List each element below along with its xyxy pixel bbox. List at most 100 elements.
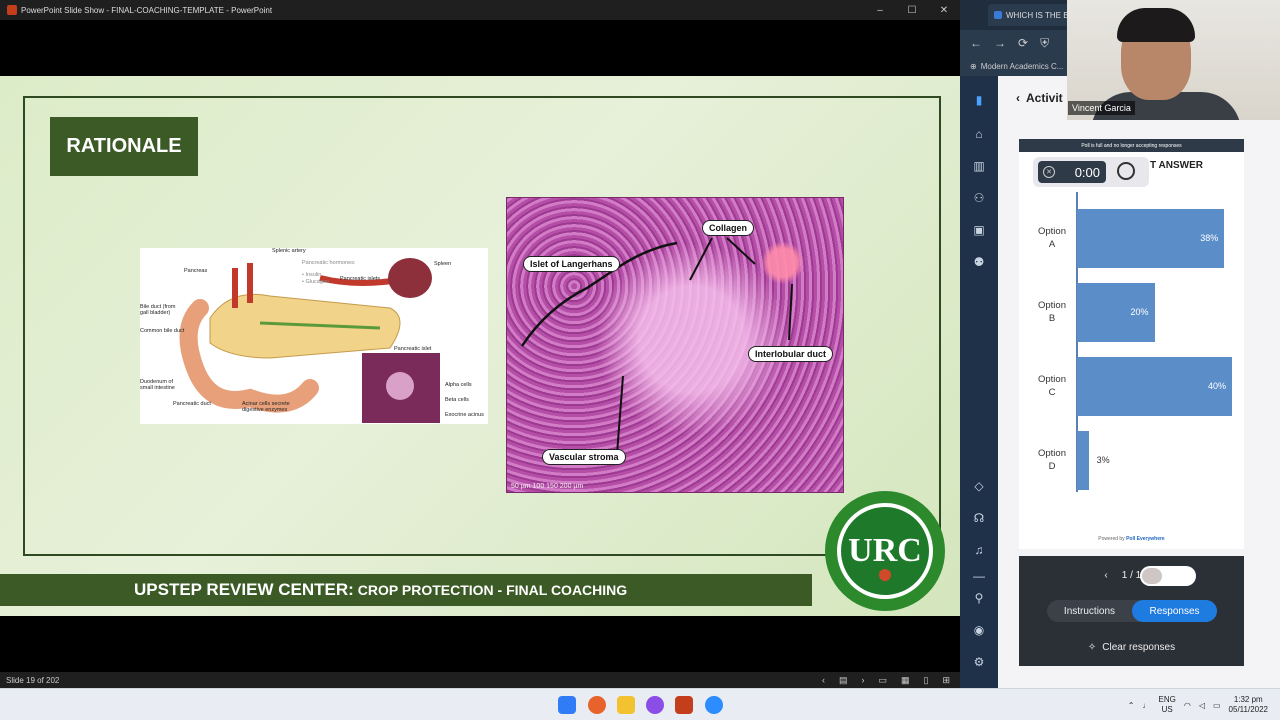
bookmark-modern-academics[interactable]: Modern Academics C... bbox=[981, 62, 1064, 71]
webcam-overlay: Vincent Garcia bbox=[1067, 0, 1280, 120]
option-label: Option A bbox=[1038, 226, 1066, 250]
powerpoint-icon bbox=[7, 5, 17, 15]
file-explorer-icon[interactable] bbox=[617, 696, 635, 714]
clear-responses-button[interactable]: ✧ Clear responses bbox=[1019, 636, 1244, 658]
bar-value-label: 40% bbox=[1208, 381, 1227, 391]
callout-interlobular-duct: Interlobular duct bbox=[748, 346, 834, 362]
view-segment: Instructions Responses bbox=[1047, 600, 1217, 622]
label-pancreatic-islet: Pancreatic islet bbox=[394, 346, 432, 352]
language-indicator[interactable]: ENG US bbox=[1159, 695, 1176, 715]
footer-subject: CROP PROTECTION - FINAL COACHING bbox=[357, 582, 628, 598]
powered-by: Powered by Poll Everywhere bbox=[1019, 536, 1244, 542]
pancreas-anatomy-diagram: Splenic artery Pancreas Pancreatic hormo… bbox=[140, 248, 488, 424]
label-glucagon: • Glucagon bbox=[302, 279, 329, 285]
microphone-icon[interactable]: ♩ bbox=[1143, 701, 1151, 710]
volume-icon[interactable]: ◁ bbox=[1199, 701, 1205, 710]
results-chart: Option A 38% Option B 20% Option C 40% Option D 3% bbox=[1019, 139, 1244, 549]
battery-icon[interactable]: ▭ bbox=[1213, 701, 1221, 710]
normal-view-icon[interactable]: ▭ bbox=[878, 675, 887, 686]
tab-responses[interactable]: Responses bbox=[1132, 600, 1217, 622]
callout-collagen: Collagen bbox=[702, 220, 755, 236]
scale-bar: 50 µm 100 150 200 µm bbox=[511, 483, 584, 490]
shield-icon[interactable]: ⛨ bbox=[1040, 36, 1049, 51]
close-icon[interactable]: ✕ bbox=[928, 0, 960, 20]
poll-everywhere-brand: Poll Everywhere bbox=[1126, 536, 1165, 542]
clear-responses-label: Clear responses bbox=[1102, 641, 1176, 653]
histology-micrograph: Collagen Islet of Langerhans Interlobula… bbox=[506, 197, 844, 493]
clipboard-icon[interactable]: ▣ bbox=[971, 222, 987, 238]
back-chevron-icon[interactable]: ‹ bbox=[1016, 91, 1020, 105]
label-duodenum: Duodenum of small intestine bbox=[140, 379, 175, 391]
powerpoint-taskbar-icon[interactable] bbox=[675, 696, 693, 714]
label-pancreatic-hormones: Pancreatic hormones: bbox=[302, 260, 356, 266]
powerpoint-window: PowerPoint Slide Show - FINAL-COACHING-T… bbox=[0, 0, 960, 688]
users-icon[interactable]: ⚇ bbox=[971, 190, 987, 206]
back-icon[interactable]: ← bbox=[970, 36, 982, 50]
poll-everywhere-logo-icon[interactable]: ▮ bbox=[971, 92, 987, 108]
presenter-controls: ‹ 1 / 1 › Instructions Responses ✧ Clear… bbox=[1019, 556, 1244, 666]
pager: ‹ 1 / 1 › bbox=[1019, 562, 1244, 588]
reading-view-icon[interactable]: ▯ bbox=[924, 675, 929, 686]
label-pancreatic-duct: Pancreatic duct bbox=[173, 401, 211, 407]
chevron-up-icon[interactable]: ⌃ bbox=[1128, 701, 1135, 710]
profile-icon[interactable]: ◉ bbox=[971, 622, 987, 638]
slide-sorter-icon[interactable]: ▤ bbox=[839, 675, 848, 686]
headset-icon[interactable]: ☊ bbox=[971, 510, 987, 526]
firefox-icon[interactable] bbox=[588, 696, 606, 714]
person-hair bbox=[1117, 8, 1195, 42]
region-code: US bbox=[1161, 705, 1173, 714]
label-beta-cells: Beta cells bbox=[445, 397, 469, 403]
pe-main: ‹ Activit Poll is full and no longer acc… bbox=[998, 76, 1280, 688]
zoom-icon[interactable] bbox=[705, 696, 723, 714]
reload-icon[interactable]: ⟳ bbox=[1018, 36, 1028, 50]
pe-sidebar: ▮ ⌂ ▥ ⚇ ▣ ⚉ ◇ ☊ ♫ — ⚲ ◉ ⚙ bbox=[960, 76, 998, 688]
option-label: Option C bbox=[1038, 374, 1066, 398]
bell-icon[interactable]: ♫ bbox=[971, 542, 987, 558]
footer-center-name: UPSTEP REVIEW CENTER: bbox=[134, 580, 354, 599]
prev-slide-icon[interactable]: ‹ bbox=[822, 675, 825, 685]
settings-icon[interactable]: ⚙ bbox=[971, 654, 987, 670]
messenger-icon[interactable] bbox=[646, 696, 664, 714]
slide-nav: ‹ ▤ › ▭ ▦ ▯ ⊞ bbox=[822, 672, 950, 688]
ppt-titlebar: PowerPoint Slide Show - FINAL-COACHING-T… bbox=[0, 0, 960, 20]
participants-icon[interactable]: ⚉ bbox=[971, 254, 987, 270]
ppt-status-bar: Slide 19 of 202 ‹ ▤ › ▭ ▦ ▯ ⊞ bbox=[0, 672, 960, 688]
chart-icon[interactable]: ▥ bbox=[971, 158, 987, 174]
slideshow-view-icon[interactable]: ⊞ bbox=[942, 675, 950, 686]
grid-view-icon[interactable]: ▦ bbox=[901, 675, 910, 686]
lock-icon bbox=[1142, 568, 1162, 584]
window-title: PowerPoint Slide Show - FINAL-COACHING-T… bbox=[21, 5, 273, 15]
option-label: Option D bbox=[1038, 448, 1066, 472]
label-common-bile-duct: Common bile duct bbox=[140, 328, 185, 334]
label-insulin: • Insulin bbox=[302, 272, 322, 278]
add-user-icon[interactable]: ⚲ bbox=[971, 590, 987, 606]
prev-poll-icon[interactable]: ‹ bbox=[1104, 570, 1107, 581]
home-icon[interactable]: ⌂ bbox=[971, 126, 987, 142]
divider-icon: — bbox=[973, 569, 985, 583]
globe-icon: ⊕ bbox=[970, 61, 977, 71]
system-tray: ⌃ ♩ ENG US ◠ ◁ ▭ 1:32 pm 05/11/2022 bbox=[1128, 689, 1280, 720]
maximize-icon[interactable]: ☐ bbox=[896, 0, 928, 20]
participant-name: Vincent Garcia bbox=[1068, 101, 1135, 115]
next-slide-icon[interactable]: › bbox=[861, 675, 864, 685]
start-icon[interactable] bbox=[558, 696, 576, 714]
label-pancreatic-islets: Pancreatic islets bbox=[340, 276, 381, 282]
poll-card: Poll is full and no longer accepting res… bbox=[1019, 139, 1244, 549]
clock[interactable]: 1:32 pm 05/11/2022 bbox=[1229, 695, 1268, 715]
wifi-icon[interactable]: ◠ bbox=[1184, 701, 1191, 710]
callout-vascular-stroma: Vascular stroma bbox=[542, 449, 626, 465]
clock-date: 05/11/2022 bbox=[1228, 705, 1268, 714]
diamond-icon[interactable]: ◇ bbox=[971, 478, 987, 494]
poll-everywhere-favicon bbox=[994, 11, 1002, 19]
tab-instructions[interactable]: Instructions bbox=[1047, 600, 1132, 622]
activity-title: Activit bbox=[1026, 91, 1063, 105]
label-splenic-artery: Splenic artery bbox=[272, 248, 306, 254]
bar-value-label: 3% bbox=[1096, 455, 1110, 465]
minimize-icon[interactable]: – bbox=[864, 0, 896, 20]
forward-icon[interactable]: → bbox=[994, 36, 1006, 50]
lang-code: ENG bbox=[1158, 695, 1176, 704]
slide[interactable]: RATIONALE Splenic artery Pancreas Pancre… bbox=[0, 76, 960, 616]
lock-toggle[interactable] bbox=[1140, 566, 1196, 586]
screen: PowerPoint Slide Show - FINAL-COACHING-T… bbox=[0, 0, 1280, 720]
bar-value-label: 38% bbox=[1200, 233, 1219, 243]
